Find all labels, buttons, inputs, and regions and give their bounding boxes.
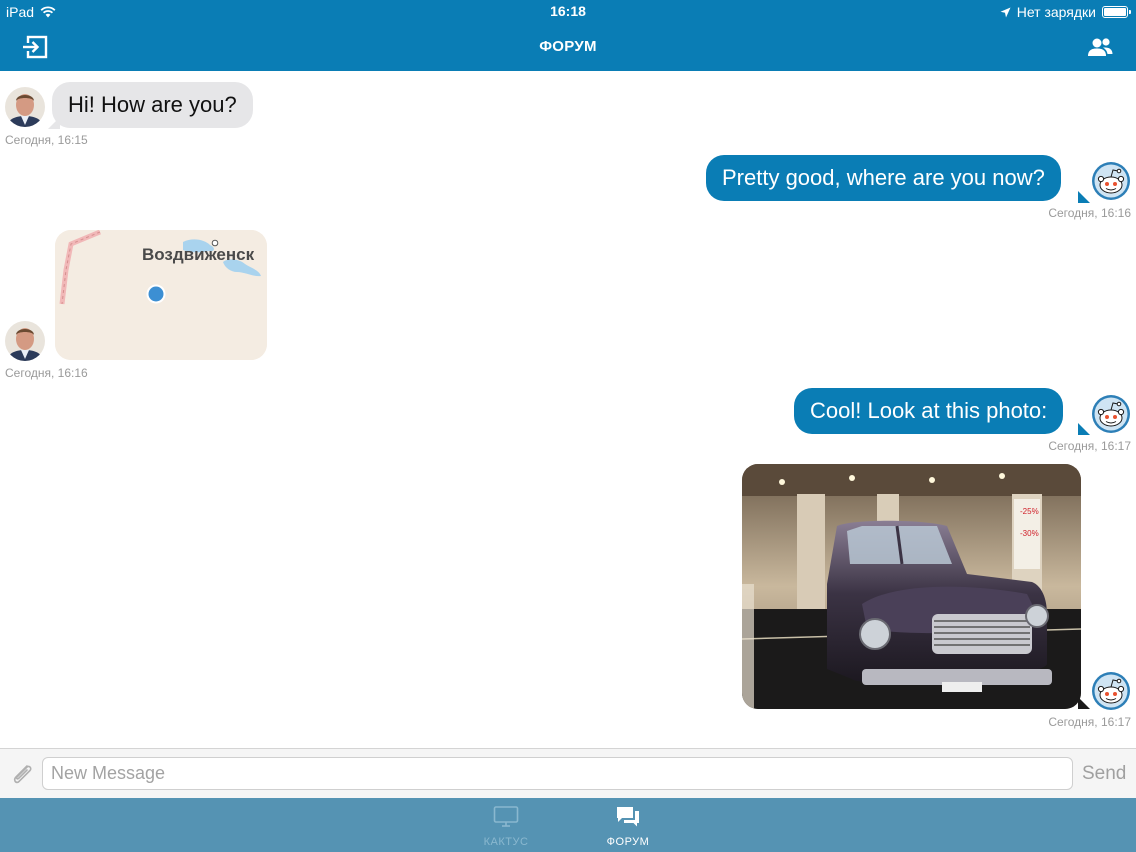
nav-bar: ФОРУМ (0, 24, 1136, 71)
robot-avatar[interactable] (1091, 394, 1131, 434)
paperclip-icon[interactable] (8, 761, 36, 787)
message-timestamp: Сегодня, 16:16 (5, 366, 88, 380)
message-photo[interactable]: -25% -30% (742, 464, 1081, 709)
battery-fill (1104, 8, 1126, 16)
users-icon[interactable] (1086, 35, 1114, 59)
svg-text:-30%: -30% (1020, 529, 1039, 538)
message-composer: Send (0, 748, 1136, 798)
status-right: Нет зарядки (1000, 4, 1131, 20)
status-time: 16:18 (550, 3, 586, 19)
chat-area[interactable]: Hi! How are you? Сегодня, 16:15 Pretty g… (0, 71, 1136, 748)
message-bubble-outgoing[interactable]: Cool! Look at this photo: (794, 388, 1064, 434)
svg-text:-25%: -25% (1020, 507, 1039, 516)
status-bar: iPad 16:18 Нет зарядки (0, 0, 1136, 24)
tab-label: ФОРУМ (606, 836, 650, 848)
message-bubble-outgoing[interactable]: Pretty good, where are you now? (706, 155, 1061, 201)
battery-icon (1102, 6, 1131, 18)
user-photo-avatar[interactable] (5, 321, 45, 361)
tv-icon (493, 806, 519, 827)
message-timestamp: Сегодня, 16:17 (1048, 715, 1131, 729)
top-bar: iPad 16:18 Нет зарядки ФОРУМ (0, 0, 1136, 71)
tab-label: КАКТУС (483, 836, 529, 848)
message-timestamp: Сегодня, 16:17 (1048, 439, 1131, 453)
location-map[interactable]: Воздвиженск (55, 230, 267, 360)
robot-avatar[interactable] (1091, 671, 1131, 711)
message-timestamp: Сегодня, 16:15 (5, 133, 88, 147)
vintage-car-photo: -25% -30% (742, 464, 1081, 709)
tab-forum[interactable]: ФОРУМ (588, 798, 668, 852)
bubble-tail (1078, 191, 1090, 203)
message-input[interactable] (42, 757, 1073, 790)
message-timestamp: Сегодня, 16:16 (1048, 206, 1131, 220)
message-bubble-incoming[interactable]: Hi! How are you? (52, 82, 253, 128)
chat-bubbles-icon (617, 807, 639, 827)
tab-kaktus[interactable]: КАКТУС (466, 798, 546, 852)
page-title: ФОРУМ (539, 38, 597, 55)
map-place-label: Воздвиженск (142, 245, 255, 264)
charging-status: Нет зарядки (1016, 4, 1096, 20)
tab-bar: КАКТУС ФОРУМ (0, 798, 1136, 852)
bubble-tail (1078, 423, 1090, 435)
app: iPad 16:18 Нет зарядки ФОРУМ Hi! How are… (0, 0, 1136, 852)
send-button[interactable]: Send (1082, 763, 1126, 785)
robot-avatar[interactable] (1091, 161, 1131, 201)
user-photo-avatar[interactable] (5, 87, 45, 127)
location-arrow-icon (1000, 7, 1011, 17)
